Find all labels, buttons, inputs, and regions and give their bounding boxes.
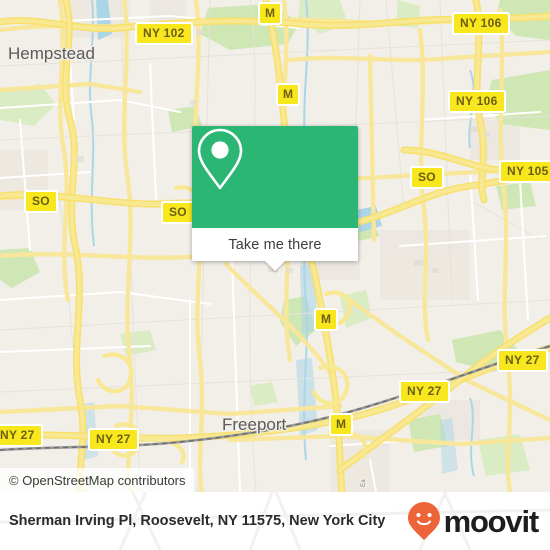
map-screenshot: .road-major { stroke:#f7df6a; stroke-wid… bbox=[0, 0, 550, 550]
popup-pointer-tail bbox=[264, 260, 286, 271]
moovit-smiley-pin-icon bbox=[407, 502, 440, 540]
route-shield-ny102[interactable]: NY 102 bbox=[135, 22, 193, 45]
route-shield-ny27-mid[interactable]: NY 27 bbox=[88, 428, 139, 451]
popup-header bbox=[192, 126, 358, 228]
footer-bar: Sherman Irving Pl, Roosevelt, NY 11575, … bbox=[0, 492, 550, 550]
map-canvas[interactable]: .road-major { stroke:#f7df6a; stroke-wid… bbox=[0, 0, 550, 492]
place-label-freeport: Freeport bbox=[222, 415, 287, 434]
attribution-text: © OpenStreetMap contributors bbox=[9, 472, 186, 488]
route-shield-m-upper[interactable]: M bbox=[276, 83, 301, 106]
moovit-brand[interactable]: moovit bbox=[407, 501, 540, 541]
route-shield-ny27-center[interactable]: NY 27 bbox=[399, 380, 450, 403]
route-shield-ny106-lower[interactable]: NY 106 bbox=[448, 90, 506, 113]
route-shield-m-top[interactable]: M bbox=[258, 2, 283, 25]
take-me-there-label: Take me there bbox=[228, 236, 322, 253]
place-label-hempstead: Hempstead bbox=[8, 44, 95, 63]
route-shield-ny106-upper[interactable]: NY 106 bbox=[452, 12, 510, 35]
location-address: Sherman Irving Pl, Roosevelt, NY 11575, … bbox=[9, 512, 386, 529]
moovit-wordmark: moovit bbox=[443, 503, 540, 539]
route-shield-ny27-right[interactable]: NY 27 bbox=[497, 349, 548, 372]
map-attribution-bar: © OpenStreetMap contributors bbox=[0, 468, 194, 492]
route-shield-m-mid[interactable]: M bbox=[314, 308, 339, 331]
map-pin-icon bbox=[197, 128, 243, 190]
place-label-micro: Ea bbox=[361, 479, 367, 487]
route-shield-ny27-left[interactable]: NY 27 bbox=[0, 424, 43, 447]
route-shield-so-right[interactable]: SO bbox=[410, 166, 444, 189]
location-popup-card[interactable]: Take me there bbox=[192, 126, 358, 271]
route-shield-so-center[interactable]: SO bbox=[161, 201, 195, 224]
route-shield-so-left[interactable]: SO bbox=[24, 190, 58, 213]
route-shield-m-bottom[interactable]: M bbox=[329, 413, 354, 436]
popup-footer[interactable]: Take me there bbox=[192, 228, 358, 261]
route-shield-ny105[interactable]: NY 105 bbox=[499, 160, 550, 183]
